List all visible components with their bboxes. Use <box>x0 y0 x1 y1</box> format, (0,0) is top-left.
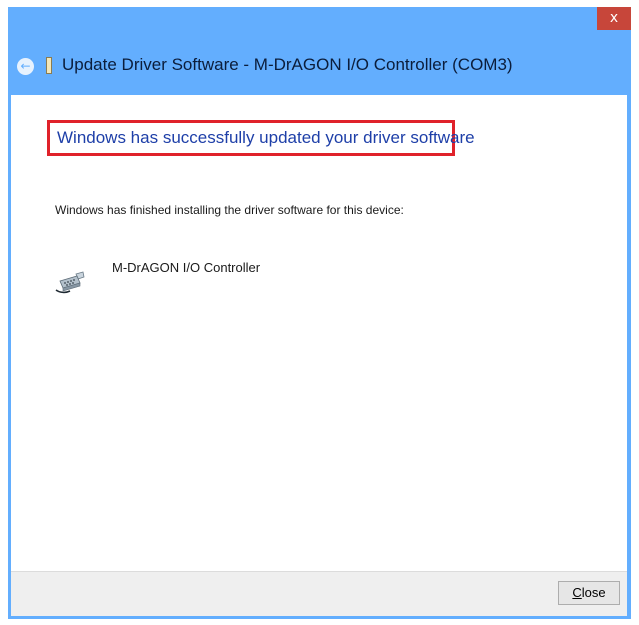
window-title: Update Driver Software - M-DrAGON I/O Co… <box>62 55 513 74</box>
dialog-window: x ← Update Driver Software - M-DrAGON I/… <box>8 7 631 619</box>
info-text: Windows has finished installing the driv… <box>55 203 404 217</box>
success-heading: Windows has successfully updated your dr… <box>57 128 475 147</box>
back-button[interactable]: ← <box>17 58 34 75</box>
device-icon-small <box>46 57 52 74</box>
close-button[interactable]: Close <box>558 581 620 605</box>
serial-port-connector-icon <box>55 271 85 294</box>
dialog-content: Windows has successfully updated your dr… <box>11 95 627 571</box>
back-arrow-icon: ← <box>20 59 31 73</box>
close-label-rest: lose <box>581 585 606 600</box>
close-mnemonic: C <box>572 585 582 600</box>
device-name: M-DrAGON I/O Controller <box>112 260 261 275</box>
close-icon: x <box>609 10 619 26</box>
title-bar: ← Update Driver Software - M-DrAGON I/O … <box>8 52 608 92</box>
window-close-button[interactable]: x <box>597 7 631 30</box>
dialog-footer: Close <box>11 571 627 616</box>
